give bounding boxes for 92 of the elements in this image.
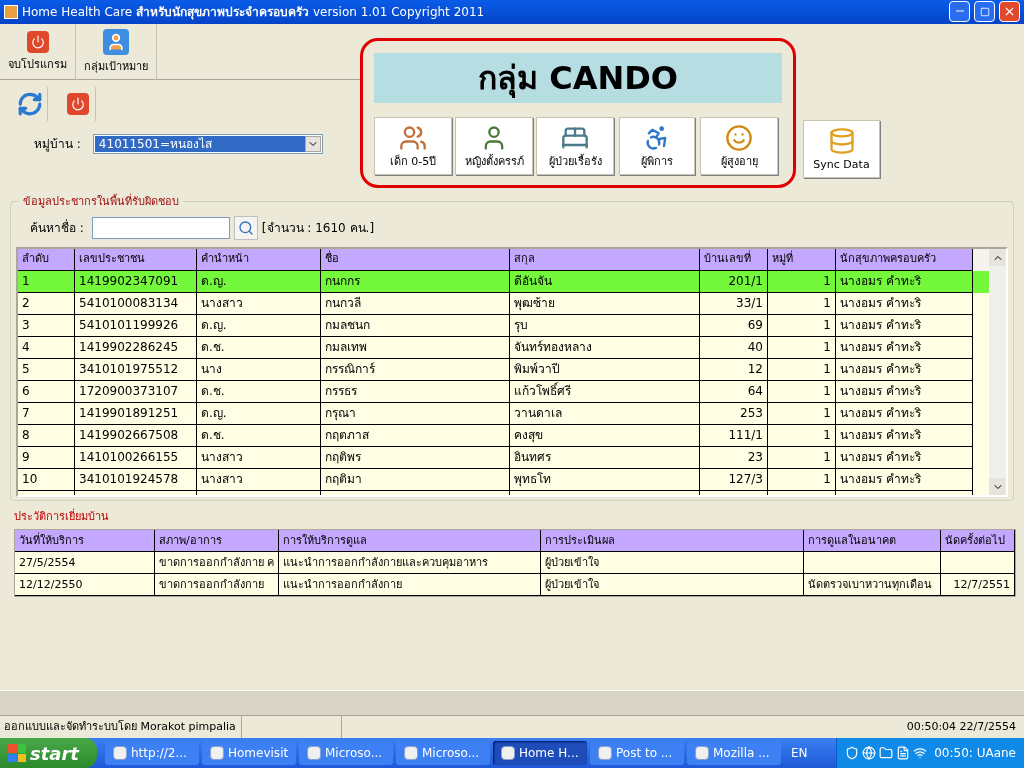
table-row[interactable]: 1 1419902347091 ด.ญ. กนกกร ดีอันจัน 201/1 1 นางอมร คำทะริ	[18, 271, 989, 294]
window-icon	[695, 746, 709, 760]
face-icon	[725, 124, 753, 153]
table-cell: ผู้ป่วยเข้าใจ	[541, 551, 804, 574]
column-header[interactable]: นักสุขภาพครอบครัว	[836, 249, 973, 272]
table-row[interactable]: 2 5410100083134 นางสาว กนกวลี พุฒซ้าย 33/1 1 นางอมร คำทะริ	[18, 293, 989, 316]
toolbar-button[interactable]: กลุ่มเป้าหมาย	[76, 23, 157, 80]
table-row[interactable]: 7 1419901891251 ด.ญ. กรุณา วานดาเล 253 1 นางอมร คำทะริ	[18, 403, 989, 426]
table-row[interactable]: 10 3410101924578 นางสาว กฤติมา พุทธโท 127/3 1 นางอมร คำทะริ	[18, 469, 989, 492]
column-header[interactable]: การให้บริการดูแล	[279, 529, 541, 552]
scroll-up-icon	[989, 249, 1006, 267]
table-cell: 12/12/2550	[15, 573, 155, 596]
count-text: [จำนวน : 1610 คน.]	[261, 220, 375, 238]
table-cell: ขาดการออกกำลังกาย	[155, 573, 279, 596]
history-title: ประวัติการเยี่ยมบ้าน	[14, 508, 110, 525]
taskbar-item[interactable]: Microso...	[299, 741, 393, 765]
table-row[interactable]: 8 1419902667508 ด.ช. กฤตภาส คงสุข 111/1 1 นางอมร คำทะริ	[18, 425, 989, 448]
language-indicator: EN	[791, 745, 808, 762]
toolbar-button[interactable]: จบโปรแกรม	[0, 23, 76, 80]
column-header[interactable]: หมู่ที่	[768, 249, 836, 272]
search-button[interactable]	[233, 216, 258, 241]
village-label: หมู่บ้าน :	[34, 135, 81, 153]
wifi-icon[interactable]	[913, 746, 928, 760]
group-button[interactable]: หญิงตั้งครรภ์	[455, 116, 533, 175]
document-icon[interactable]	[896, 746, 911, 760]
table-row[interactable]: 6 1720900373107 ด.ช. กรรธร แก้วโพธิ์ศรี 64 1 นางอมร คำทะริ	[18, 381, 989, 404]
windows-logo-icon	[8, 744, 26, 762]
window-icon	[404, 746, 418, 760]
window-icon	[307, 746, 321, 760]
folder-icon[interactable]	[879, 746, 894, 760]
column-header[interactable]: การดูแลในอนาคต	[804, 529, 941, 552]
group-button[interactable]: ผู้พิการ	[619, 116, 695, 175]
group-button[interactable]: เด็ก 0-5ปี	[374, 116, 452, 175]
column-header[interactable]: การประเมินผล	[541, 529, 804, 552]
table-row[interactable]: 9 1410100266155 นางสาว กฤติพร อินทศร 23 1 นางอมร คำทะริ	[18, 447, 989, 470]
restore-icon	[979, 6, 990, 17]
globe-icon[interactable]	[862, 746, 877, 760]
refresh-icon	[16, 90, 43, 117]
group-legend: ข้อมูลประชากรในพื้นที่รับผิดชอบ	[19, 194, 183, 211]
table-cell: นัดตรวจเบาหวานทุกเดือน	[804, 573, 941, 596]
table-cell: 12/7/2551	[941, 573, 1015, 596]
search-label: ค้นหาชื่อ :	[30, 219, 84, 238]
village-dropdown[interactable]: 41011501=หนองไส	[92, 133, 323, 154]
window-icon	[113, 746, 127, 760]
taskbar-item[interactable]: Post to ...	[590, 741, 684, 765]
window-icon	[501, 746, 515, 760]
column-header[interactable]: คำนำหน้า	[197, 249, 321, 272]
start-button[interactable]: start	[0, 738, 97, 768]
column-header[interactable]: เลขประชาชน	[75, 249, 197, 272]
table-cell: แนะนำการออกกำลังกายและควบคุมอาหาร	[279, 551, 541, 574]
group-button[interactable]: ผู้ป่วยเรื้อรัง	[536, 116, 614, 175]
taskbar-item[interactable]: Home H...	[493, 741, 587, 765]
column-header[interactable]: สภาพ/อาการ	[155, 529, 279, 552]
scroll-down-icon	[989, 478, 1006, 496]
window-title: Home Health Care สำหรับนักสุขภาพประจำครอบครัว version 1.01 Copyright 2011	[22, 3, 486, 21]
scrollbar[interactable]	[989, 249, 1006, 496]
taskbar-item[interactable]: Microso...	[396, 741, 490, 765]
table-row[interactable]: 3 5410101199926 ด.ญ. กมลชนก รุบ 69 1 นางอมร คำทะริ	[18, 315, 989, 338]
window-icon	[598, 746, 612, 760]
shield-icon[interactable]	[845, 746, 860, 760]
column-header[interactable]: ลำดับ	[18, 249, 75, 272]
taskbar-item[interactable]: Mozilla ...	[687, 741, 781, 765]
database-icon	[827, 127, 856, 156]
search-icon	[237, 220, 254, 237]
sync-data-button[interactable]: Sync Data	[803, 119, 880, 178]
group-button[interactable]: ผู้สูงอายุ	[700, 116, 778, 175]
close-button[interactable]	[999, 1, 1020, 23]
people-icon	[399, 124, 427, 153]
column-header[interactable]: วันที่ให้บริการ	[15, 529, 155, 552]
window-icon	[210, 746, 224, 760]
clock: 00:50: UAane	[934, 745, 1016, 762]
cando-title: กลุ่ม CANDO	[374, 52, 782, 103]
power-icon	[66, 92, 89, 115]
table-cell: 27/5/2554	[15, 551, 155, 574]
column-header[interactable]: ชื่อ	[321, 249, 510, 272]
table-row[interactable]: 5 3410101975512 นาง กรรณิการ์ พิมพ์วาปี 12 1 นางอมร คำทะริ	[18, 359, 989, 382]
table-cell: ผู้ป่วยเข้าใจ	[541, 573, 804, 596]
status-datetime: 00:50:04 22/7/2554	[905, 719, 1017, 735]
column-header[interactable]: สกุล	[510, 249, 700, 272]
power-icon	[26, 30, 49, 53]
table-cell: แนะนำการออกกำลังกาย	[279, 573, 541, 596]
table-cell: ขาดการออกกำลังกาย ค	[155, 551, 279, 574]
minimize-button[interactable]	[949, 1, 970, 23]
restore-button[interactable]	[974, 1, 995, 23]
table-row[interactable]: 4 1419902286245 ด.ช. กมลเทพ จันทร์ทองหลาง 40 1 นางอมร คำทะริ	[18, 337, 989, 360]
column-header[interactable]: นัดครั้งต่อไป	[941, 529, 1015, 552]
search-field[interactable]	[91, 217, 230, 240]
column-header[interactable]: บ้านเลขที่	[700, 249, 768, 272]
taskbar-item[interactable]: http://2...	[105, 741, 199, 765]
taskbar-item[interactable]: Homevisit	[202, 741, 296, 765]
person-icon	[103, 28, 129, 55]
app-icon	[4, 4, 18, 19]
